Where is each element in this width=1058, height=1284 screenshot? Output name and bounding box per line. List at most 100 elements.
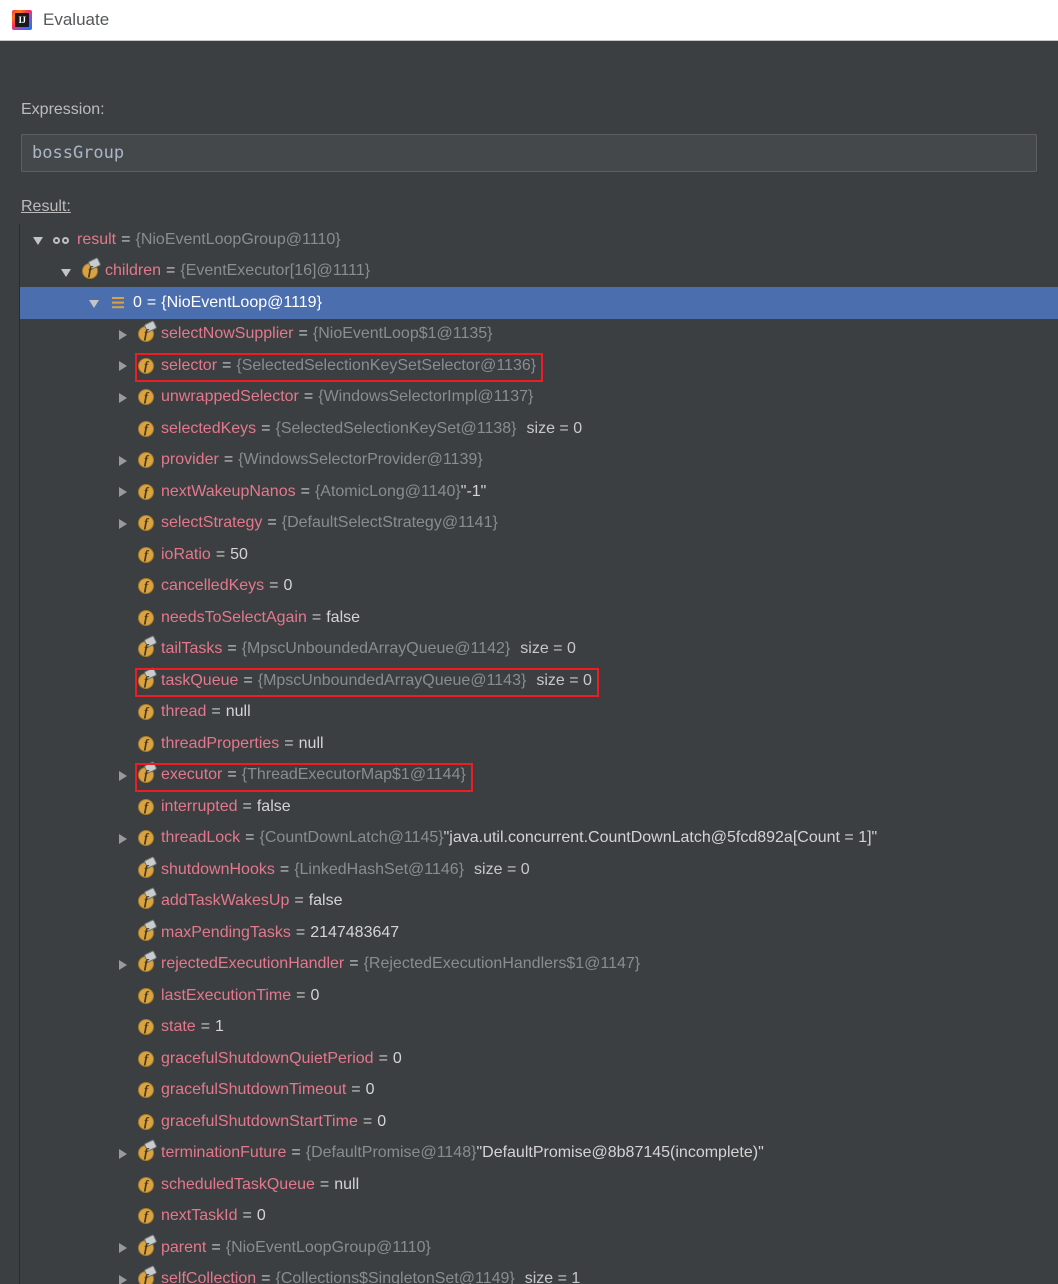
- chevron-down-icon[interactable]: [57, 256, 79, 288]
- tree-row[interactable]: rejectedExecutionHandler={RejectedExecut…: [20, 949, 1058, 981]
- chevron-right-icon[interactable]: [113, 949, 135, 981]
- tree-row-name: selectNowSupplier: [161, 325, 294, 343]
- tree-row-size: size = 0: [474, 860, 530, 878]
- tree-row[interactable]: selectNowSupplier={NioEventLoop$1@1135}: [20, 319, 1058, 351]
- twisty-spacer: [113, 1169, 135, 1201]
- tree-row-type: {MpscUnboundedArrayQueue@1142}: [241, 640, 511, 658]
- intellij-idea-icon: IJ: [12, 10, 32, 30]
- twisty-spacer: [113, 854, 135, 886]
- tree-row-name: selectStrategy: [161, 514, 263, 532]
- tree-row-type: {LinkedHashSet@1146}: [294, 860, 465, 878]
- tree-row-equals: =: [311, 608, 322, 626]
- tree-row[interactable]: shutdownHooks={LinkedHashSet@1146} size =…: [20, 854, 1058, 886]
- twisty-spacer: [113, 1201, 135, 1233]
- chevron-down-icon[interactable]: [85, 287, 107, 319]
- tree-row[interactable]: ioRatio=50: [20, 539, 1058, 571]
- tree-row[interactable]: state=1: [20, 1012, 1058, 1044]
- expression-input[interactable]: [21, 134, 1037, 172]
- twisty-spacer: [113, 697, 135, 729]
- tree-row[interactable]: gracefulShutdownStartTime=0: [20, 1106, 1058, 1138]
- chevron-right-icon[interactable]: [113, 476, 135, 508]
- tree-row[interactable]: nextTaskId=0: [20, 1201, 1058, 1233]
- tree-row[interactable]: taskQueue={MpscUnboundedArrayQueue@1143}…: [20, 665, 1058, 697]
- chevron-right-icon[interactable]: [113, 508, 135, 540]
- tree-row[interactable]: result = {NioEventLoopGroup@1110}: [20, 224, 1058, 256]
- tree-row[interactable]: selectStrategy={DefaultSelectStrategy@11…: [20, 508, 1058, 540]
- final-modifier-icon: [144, 888, 157, 899]
- tree-row[interactable]: needsToSelectAgain=false: [20, 602, 1058, 634]
- chevron-right-icon[interactable]: [113, 1138, 135, 1170]
- chevron-right-icon[interactable]: [113, 350, 135, 382]
- final-modifier-icon: [144, 1266, 157, 1277]
- tree-row[interactable]: children={EventExecutor[16]@1111}: [20, 256, 1058, 288]
- chevron-down-icon[interactable]: [29, 224, 51, 256]
- chevron-right-icon[interactable]: [113, 1264, 135, 1284]
- tree-row[interactable]: threadProperties=null: [20, 728, 1058, 760]
- field-icon: [135, 1174, 157, 1196]
- tree-row-type: {NioEventLoopGroup@1110}: [225, 1238, 431, 1256]
- tree-row-name: executor: [161, 766, 223, 784]
- twisty-spacer: [113, 602, 135, 634]
- final-modifier-icon: [144, 636, 157, 647]
- field-icon: [135, 985, 157, 1007]
- chevron-right-icon[interactable]: [113, 382, 135, 414]
- tree-row-equals: =: [166, 262, 176, 280]
- chevron-right-icon[interactable]: [113, 1232, 135, 1264]
- twisty-spacer: [113, 665, 135, 697]
- twisty-spacer: [113, 917, 135, 949]
- field-final-icon: [135, 321, 157, 345]
- tree-row-name: selector: [161, 356, 218, 374]
- tree-row-name: gracefulShutdownQuietPeriod: [161, 1049, 374, 1067]
- result-tree[interactable]: result={NioEventLoopGroup@1110}children=…: [19, 224, 1058, 1284]
- tree-row[interactable]: thread=null: [20, 697, 1058, 729]
- tree-row[interactable]: gracefulShutdownTimeout=0: [20, 1075, 1058, 1107]
- tree-row[interactable]: selector={SelectedSelectionKeySetSelecto…: [20, 350, 1058, 382]
- tree-row-equals: =: [296, 986, 306, 1004]
- tree-row-name: selectedKeys: [161, 419, 257, 437]
- tree-row-equals: =: [211, 703, 221, 721]
- tree-row[interactable]: cancelledKeys=0: [20, 571, 1058, 603]
- tree-row[interactable]: gracefulShutdownQuietPeriod=0: [20, 1043, 1058, 1075]
- field-icon: [135, 607, 157, 629]
- tree-row[interactable]: addTaskWakesUp=false: [20, 886, 1058, 918]
- field-icon: [135, 449, 157, 471]
- tree-row[interactable]: interrupted=false: [20, 791, 1058, 823]
- tree-row[interactable]: selectedKeys={SelectedSelectionKeySet@11…: [20, 413, 1058, 445]
- tree-row[interactable]: executor={ThreadExecutorMap$1@1144}: [20, 760, 1058, 792]
- chevron-right-icon[interactable]: [113, 445, 135, 477]
- tree-row-type: {NioEventLoop$1@1135}: [312, 325, 493, 343]
- field-icon: [135, 481, 157, 503]
- tree-row[interactable]: unwrappedSelector={WindowsSelectorImpl@1…: [20, 382, 1058, 414]
- tree-row-value: false: [256, 797, 291, 815]
- tree-row[interactable]: parent={NioEventLoopGroup@1110}: [20, 1232, 1058, 1264]
- tree-row[interactable]: selfCollection = {Collections$SingletonSet…: [20, 1264, 1058, 1284]
- tree-row-name: scheduledTaskQueue: [161, 1175, 315, 1193]
- tree-row[interactable]: nextWakeupNanos={AtomicLong@1140} "-1": [20, 476, 1058, 508]
- field-final-icon: [79, 258, 101, 282]
- tree-row[interactable]: lastExecutionTime=0: [20, 980, 1058, 1012]
- chevron-right-icon[interactable]: [113, 823, 135, 855]
- tree-row-name: nextWakeupNanos: [161, 482, 296, 500]
- twisty-spacer: [113, 1043, 135, 1075]
- tree-row-value: "DefaultPromise@8b87145(incomplete)": [476, 1144, 764, 1162]
- tree-row-name: terminationFuture: [161, 1144, 287, 1162]
- tree-row-equals: =: [267, 514, 277, 532]
- tree-row[interactable]: provider={WindowsSelectorProvider@1139}: [20, 445, 1058, 477]
- tree-row[interactable]: 0 = {NioEventLoop@1119}: [20, 287, 1058, 319]
- tree-row-name: gracefulShutdownTimeout: [161, 1081, 347, 1099]
- twisty-spacer: [113, 413, 135, 445]
- tree-row-size: size = 1: [524, 1270, 581, 1284]
- chevron-right-icon[interactable]: [113, 319, 135, 351]
- tree-row-size: size = 0: [520, 640, 576, 658]
- tree-row[interactable]: scheduledTaskQueue=null: [20, 1169, 1058, 1201]
- tree-row-value: 0: [283, 577, 293, 595]
- tree-row[interactable]: maxPendingTasks=2147483647: [20, 917, 1058, 949]
- tree-row[interactable]: terminationFuture={DefaultPromise@1148} …: [20, 1138, 1058, 1170]
- tree-row-value: 0: [365, 1081, 375, 1099]
- tree-row[interactable]: tailTasks={MpscUnboundedArrayQueue@1142}…: [20, 634, 1058, 666]
- chevron-right-icon[interactable]: [113, 760, 135, 792]
- field-icon: [135, 1016, 157, 1038]
- tree-row-type: {WindowsSelectorProvider@1139}: [238, 451, 483, 469]
- twisty-spacer: [113, 886, 135, 918]
- tree-row[interactable]: threadLock={CountDownLatch@1145} "java.u…: [20, 823, 1058, 855]
